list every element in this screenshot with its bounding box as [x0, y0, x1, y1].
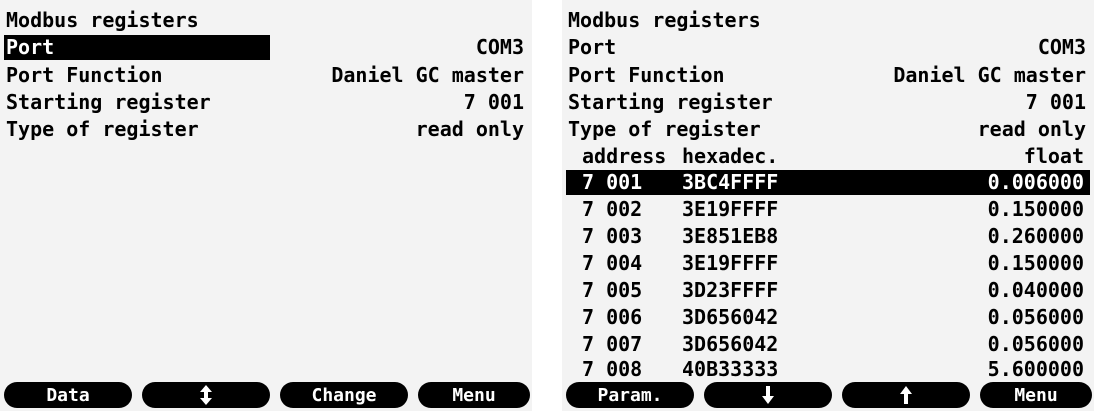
right-field-port-function[interactable]: Port Function Daniel GC master	[566, 63, 1090, 88]
field-value: 7 001	[463, 90, 524, 114]
cell-float: 0.006000	[987, 170, 1084, 194]
table-row[interactable]: 7 005 3D23FFFF 0.040000	[566, 278, 1090, 303]
right-field-starting-register[interactable]: Starting register 7 001	[566, 90, 1090, 115]
cell-address: 7 004	[582, 251, 643, 275]
table-row[interactable]: 7 001 3BC4FFFF 0.006000	[566, 170, 1090, 195]
up-arrow-icon	[899, 386, 913, 404]
softkey-label: Change	[311, 384, 377, 406]
table-row[interactable]: 7 004 3E19FFFF 0.150000	[566, 251, 1090, 276]
cell-hex: 40B33333	[682, 357, 779, 381]
field-value: 7 001	[1025, 90, 1086, 114]
cell-address: 7 001	[582, 170, 643, 194]
column-header-float: float	[1023, 144, 1084, 168]
softkey-label: Param.	[597, 384, 663, 406]
cell-hex: 3D656042	[682, 332, 779, 356]
cell-address: 7 007	[582, 332, 643, 356]
left-title: Modbus registers	[4, 8, 528, 33]
param-softkey[interactable]: Param.	[566, 382, 694, 408]
right-display-panel: Modbus registers Port COM3 Port Function…	[562, 0, 1094, 411]
cell-hex: 3E19FFFF	[682, 197, 779, 221]
data-softkey[interactable]: Data	[4, 382, 132, 408]
right-title: Modbus registers	[566, 8, 1090, 33]
left-field-port[interactable]: Port COM3	[4, 35, 528, 60]
cell-hex: 3E19FFFF	[682, 251, 779, 275]
cell-address: 7 003	[582, 224, 643, 248]
column-header-address: address	[582, 144, 667, 168]
scroll-softkey[interactable]	[142, 382, 270, 408]
right-field-type-of-register[interactable]: Type of register read only	[566, 117, 1090, 142]
left-field-type-of-register[interactable]: Type of register read only	[4, 117, 528, 142]
page-title: Modbus registers	[6, 8, 199, 32]
softkey-label: Menu	[452, 384, 496, 406]
table-row[interactable]: 7 008 40B33333 5.600000	[566, 357, 1090, 382]
cell-float: 0.056000	[987, 332, 1084, 356]
cell-float: 0.260000	[987, 224, 1084, 248]
table-row[interactable]: 7 007 3D656042 0.056000	[566, 332, 1090, 357]
left-field-port-function[interactable]: Port Function Daniel GC master	[4, 63, 528, 88]
cell-float: 0.056000	[987, 305, 1084, 329]
cell-hex: 3D656042	[682, 305, 779, 329]
field-label: Type of register	[6, 117, 199, 141]
cell-address: 7 006	[582, 305, 643, 329]
table-row[interactable]: 7 006 3D656042 0.056000	[566, 305, 1090, 330]
scroll-up-softkey[interactable]	[842, 382, 970, 408]
change-softkey[interactable]: Change	[280, 382, 408, 408]
page-title: Modbus registers	[568, 8, 761, 32]
field-value: read only	[977, 117, 1086, 141]
softkey-label: Menu	[1014, 384, 1058, 406]
field-value: COM3	[1037, 35, 1086, 59]
cell-float: 0.150000	[987, 197, 1084, 221]
left-display-panel: Modbus registers Port COM3 Port Function…	[0, 0, 532, 411]
cell-hex: 3D23FFFF	[682, 278, 779, 302]
down-arrow-icon	[761, 386, 775, 404]
up-down-arrow-icon	[199, 385, 213, 405]
cell-address: 7 005	[582, 278, 643, 302]
cell-hex: 3E851EB8	[682, 224, 779, 248]
scroll-down-softkey[interactable]	[704, 382, 832, 408]
cell-address: 7 008	[582, 357, 643, 381]
field-value: COM3	[475, 35, 524, 59]
cell-address: 7 002	[582, 197, 643, 221]
field-value: Daniel GC master	[331, 63, 524, 87]
table-row[interactable]: 7 002 3E19FFFF 0.150000	[566, 197, 1090, 222]
right-field-port[interactable]: Port COM3	[566, 35, 1090, 60]
field-label: Starting register	[6, 90, 211, 114]
register-table-header: address hexadec. float	[566, 144, 1090, 169]
field-label: Port Function	[6, 63, 163, 87]
field-label: Port Function	[568, 63, 725, 87]
field-label: Port	[568, 35, 617, 59]
cell-float: 0.150000	[987, 251, 1084, 275]
field-value: read only	[415, 117, 524, 141]
menu-softkey[interactable]: Menu	[418, 382, 530, 408]
table-row[interactable]: 7 003 3E851EB8 0.260000	[566, 224, 1090, 249]
softkey-label: Data	[46, 384, 90, 406]
cell-float: 5.600000	[987, 357, 1084, 381]
field-value: Daniel GC master	[893, 63, 1086, 87]
column-header-hex: hexadec.	[682, 144, 779, 168]
left-field-starting-register[interactable]: Starting register 7 001	[4, 90, 528, 115]
field-label: Type of register	[568, 117, 761, 141]
cell-float: 0.040000	[987, 278, 1084, 302]
menu-softkey[interactable]: Menu	[980, 382, 1092, 408]
field-label: Port	[6, 35, 55, 59]
cell-hex: 3BC4FFFF	[682, 170, 779, 194]
field-label: Starting register	[568, 90, 773, 114]
